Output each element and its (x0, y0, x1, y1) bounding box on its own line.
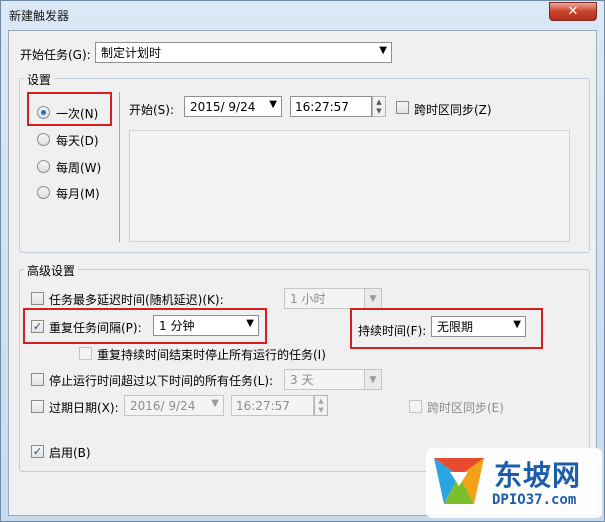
expire-label: 过期日期(X): (49, 401, 119, 415)
start-time-input[interactable]: 16:27:57 (290, 96, 372, 117)
radio-daily[interactable] (37, 133, 50, 146)
watermark: 东坡网 DPIO37.com (426, 448, 602, 518)
advanced-group-title: 高级设置 (24, 262, 79, 279)
expire-date-value: 2016/ 9/24 (130, 398, 196, 413)
start-date-value: 2015/ 9/24 (190, 99, 256, 114)
expire-sync-checkbox[interactable] (409, 400, 422, 413)
close-button[interactable]: ✕ (549, 2, 597, 21)
spin-up-icon: ▲ (376, 97, 382, 106)
settings-divider (119, 92, 120, 242)
watermark-url: DPIO37.com (492, 492, 577, 508)
duration-label: 持续时间(F): (358, 324, 427, 338)
watermark-brand: 东坡网 (494, 459, 582, 492)
radio-once[interactable] (37, 106, 50, 119)
enabled-checkbox[interactable]: ✓ (31, 445, 44, 458)
watermark-logo-icon (434, 458, 484, 504)
expire-checkbox[interactable] (31, 400, 44, 413)
delay-label: 任务最多延迟时间(随机延迟)(K): (49, 293, 224, 307)
expire-time-input[interactable]: 16:27:57 (231, 395, 314, 416)
repeat-interval-value: 1 分钟 (159, 319, 195, 333)
stop-longer-checkbox[interactable] (31, 373, 44, 386)
window-title: 新建触发器 (9, 9, 70, 23)
chevron-down-icon: ▼ (269, 99, 277, 110)
start-date-picker[interactable]: 2015/ 9/24 ▼ (184, 96, 282, 117)
radio-weekly[interactable] (37, 160, 50, 173)
start-time-value: 16:27:57 (295, 99, 349, 114)
begin-task-value: 制定计划时 (101, 46, 162, 60)
start-time-spinner[interactable]: ▲ ▼ (372, 96, 386, 117)
duration-select[interactable]: 无限期 ▼ (431, 316, 526, 337)
chevron-down-icon: ▼ (364, 370, 381, 389)
check-icon: ✓ (32, 445, 43, 458)
repeat-checkbox[interactable]: ✓ (31, 320, 44, 333)
dialog-window: 新建触发器 ✕ 开始任务(G): 制定计划时 ▼ 设置 一次(N) 每天(D) … (0, 0, 605, 522)
stop-running-checkbox[interactable] (79, 347, 92, 360)
chevron-down-icon: ▼ (211, 398, 219, 409)
sync-timezone-label: 跨时区同步(Z) (414, 103, 492, 117)
radio-monthly[interactable] (37, 186, 50, 199)
radio-weekly-label: 每周(W) (56, 161, 102, 175)
stop-longer-value: 3 天 (290, 373, 314, 387)
delay-checkbox[interactable] (31, 292, 44, 305)
radio-monthly-label: 每月(M) (56, 187, 100, 201)
dialog-client: 开始任务(G): 制定计划时 ▼ 设置 一次(N) 每天(D) 每周(W) 每月… (8, 30, 597, 516)
spin-down-icon: ▼ (376, 107, 382, 116)
begin-task-label: 开始任务(G): (20, 48, 91, 62)
delay-value: 1 小时 (290, 292, 326, 306)
chevron-down-icon: ▼ (513, 319, 521, 330)
repeat-interval-select[interactable]: 1 分钟 ▼ (153, 315, 259, 336)
radio-once-label: 一次(N) (56, 107, 99, 121)
enabled-label: 启用(B) (49, 446, 91, 460)
radio-daily-label: 每天(D) (56, 134, 99, 148)
stop-running-label: 重复持续时间结束时停止所有运行的任务(I) (97, 348, 326, 362)
start-label: 开始(S): (129, 103, 175, 117)
delay-select[interactable]: 1 小时 ▼ (284, 288, 382, 309)
check-icon: ✓ (32, 320, 43, 333)
expire-time-value: 16:27:57 (236, 398, 290, 413)
repeat-label: 重复任务间隔(P): (49, 321, 142, 335)
expire-date-picker[interactable]: 2016/ 9/24 ▼ (124, 395, 224, 416)
duration-value: 无限期 (437, 320, 474, 334)
sync-timezone-checkbox[interactable] (396, 101, 409, 114)
stop-longer-label: 停止运行时间超过以下时间的所有任务(L): (49, 374, 274, 388)
expire-sync-label: 跨时区同步(E) (427, 401, 504, 415)
expire-time-spinner[interactable]: ▲ ▼ (314, 395, 328, 416)
chevron-down-icon: ▼ (379, 45, 387, 56)
recurrence-panel (129, 130, 570, 242)
spin-down-icon: ▼ (318, 406, 324, 415)
chevron-down-icon: ▼ (364, 289, 381, 308)
spin-up-icon: ▲ (318, 396, 324, 405)
begin-task-select[interactable]: 制定计划时 ▼ (95, 42, 392, 63)
stop-longer-select[interactable]: 3 天 ▼ (284, 369, 382, 390)
close-icon: ✕ (567, 4, 579, 19)
chevron-down-icon: ▼ (246, 318, 254, 329)
title-bar: 新建触发器 ✕ (1, 1, 604, 29)
settings-group-title: 设置 (24, 71, 55, 88)
